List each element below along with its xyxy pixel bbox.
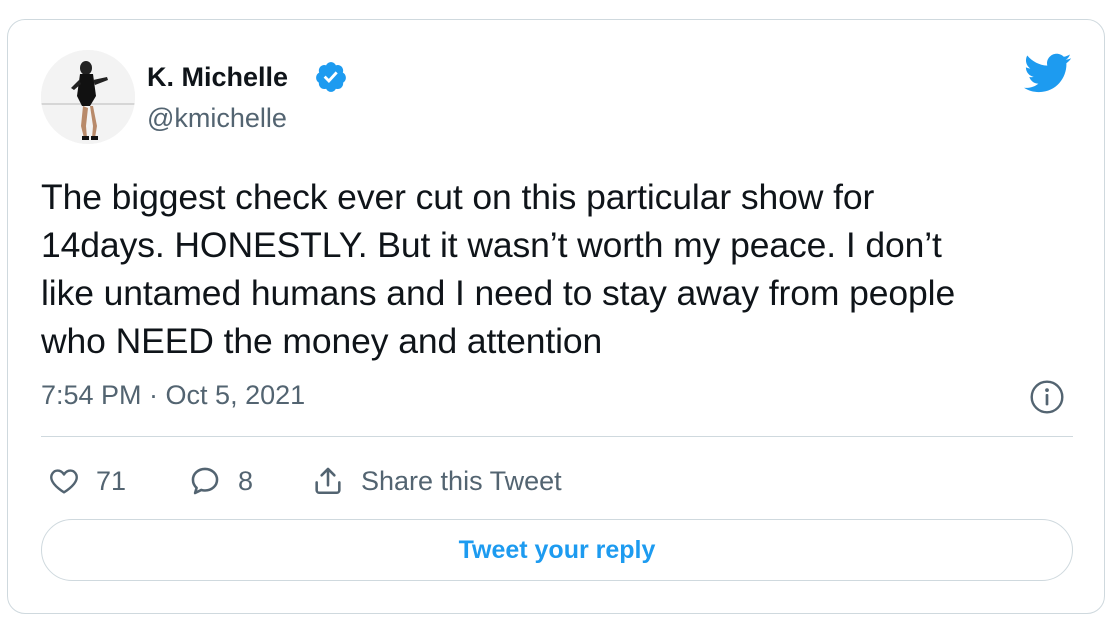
twitter-bird-icon[interactable]	[1022, 52, 1072, 94]
info-icon[interactable]	[1029, 379, 1065, 415]
divider	[41, 436, 1073, 437]
like-button[interactable]: 71	[48, 456, 126, 506]
avatar[interactable]	[41, 50, 135, 144]
verified-badge-icon	[316, 62, 346, 92]
like-count: 71	[96, 465, 127, 496]
profile-photo-icon	[41, 50, 135, 144]
share-button[interactable]: Share this Tweet	[311, 456, 562, 506]
share-icon	[315, 467, 341, 495]
reply-count: 8	[238, 465, 254, 496]
heart-icon	[50, 469, 78, 494]
display-name[interactable]: K. Michelle	[147, 62, 288, 93]
tweet-card: K. Michelle @kmichelle The biggest check…	[7, 19, 1105, 614]
handle[interactable]: @kmichelle	[147, 103, 287, 134]
timestamp[interactable]: 7:54 PM · Oct 5, 2021	[41, 380, 305, 411]
reply-button[interactable]: 8	[188, 456, 253, 506]
reply-bubble-icon	[191, 467, 219, 495]
tweet-your-reply-button[interactable]: Tweet your reply	[41, 519, 1073, 581]
tweet-text: The biggest check ever cut on this parti…	[41, 177, 956, 361]
share-label: Share this Tweet	[361, 465, 562, 496]
